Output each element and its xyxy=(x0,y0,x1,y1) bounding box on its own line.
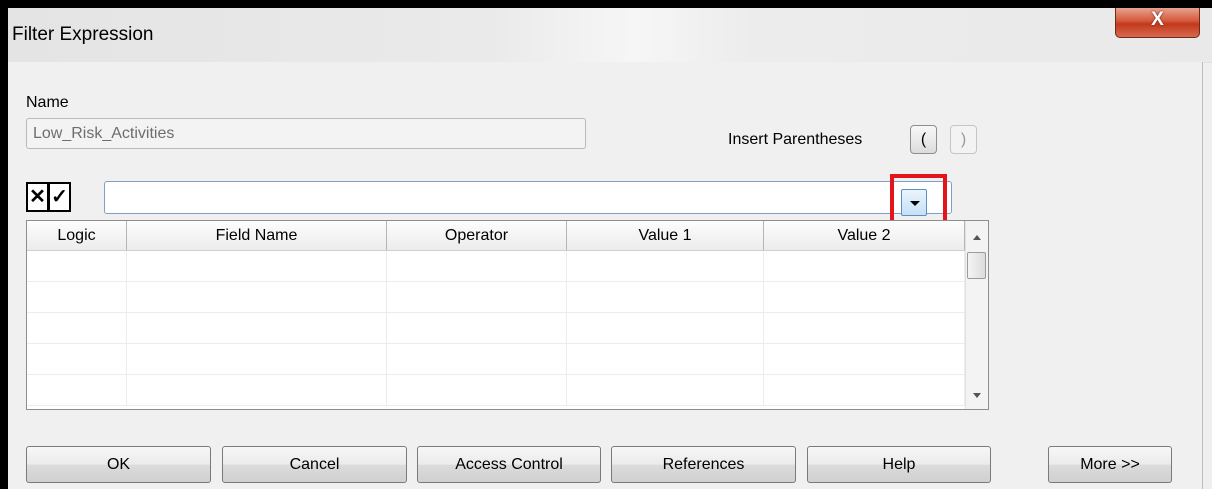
cell-logic[interactable] xyxy=(27,251,127,281)
column-header-logic[interactable]: Logic xyxy=(27,221,127,250)
column-header-operator[interactable]: Operator xyxy=(387,221,567,250)
cell-field-name[interactable] xyxy=(127,375,387,405)
filter-criteria-grid[interactable]: Logic Field Name Operator Value 1 Value … xyxy=(26,220,989,410)
cell-value-2[interactable] xyxy=(764,344,965,374)
cell-value-1[interactable] xyxy=(567,375,764,405)
expression-dropdown-button[interactable] xyxy=(901,189,927,216)
cell-logic[interactable] xyxy=(27,313,127,343)
grid-vertical-scrollbar[interactable] xyxy=(965,221,988,409)
cell-operator[interactable] xyxy=(387,375,567,405)
accept-expression-button[interactable]: ✓ xyxy=(48,182,71,212)
table-row[interactable] xyxy=(27,344,965,375)
scroll-down-icon[interactable] xyxy=(966,385,988,405)
cell-operator[interactable] xyxy=(387,313,567,343)
name-field[interactable] xyxy=(26,118,586,149)
cell-logic[interactable] xyxy=(27,375,127,405)
table-row[interactable] xyxy=(27,313,965,344)
cell-value-2[interactable] xyxy=(764,282,965,312)
cancel-button[interactable]: Cancel xyxy=(222,446,407,483)
expression-combo-input[interactable] xyxy=(104,181,952,214)
cell-field-name[interactable] xyxy=(127,282,387,312)
cell-logic[interactable] xyxy=(27,282,127,312)
cell-value-1[interactable] xyxy=(567,282,764,312)
grid-body xyxy=(27,251,965,406)
cell-operator[interactable] xyxy=(387,251,567,281)
table-row[interactable] xyxy=(27,375,965,406)
filter-expression-dialog: Filter Expression X Name Insert Parenthe… xyxy=(8,8,1212,489)
scrollbar-thumb[interactable] xyxy=(967,252,986,279)
references-button[interactable]: References xyxy=(611,446,796,483)
name-label: Name xyxy=(26,94,69,111)
insert-parentheses-label: Insert Parentheses xyxy=(728,131,863,148)
close-button[interactable]: X xyxy=(1115,8,1200,38)
scroll-up-icon[interactable] xyxy=(966,227,988,247)
cell-field-name[interactable] xyxy=(127,344,387,374)
ok-button[interactable]: OK xyxy=(26,446,211,483)
help-button[interactable]: Help xyxy=(807,446,991,483)
cell-operator[interactable] xyxy=(387,344,567,374)
cell-field-name[interactable] xyxy=(127,251,387,281)
cell-operator[interactable] xyxy=(387,282,567,312)
column-header-value-2[interactable]: Value 2 xyxy=(764,221,965,250)
title-bar[interactable]: Filter Expression X xyxy=(8,8,1212,63)
table-row[interactable] xyxy=(27,282,965,313)
cancel-expression-button[interactable]: ✕ xyxy=(26,182,49,212)
grid-header: Logic Field Name Operator Value 1 Value … xyxy=(27,221,965,251)
cell-logic[interactable] xyxy=(27,344,127,374)
window-title: Filter Expression xyxy=(12,24,154,45)
cell-value-2[interactable] xyxy=(764,251,965,281)
column-header-field-name[interactable]: Field Name xyxy=(127,221,387,250)
cell-field-name[interactable] xyxy=(127,313,387,343)
cell-value-1[interactable] xyxy=(567,313,764,343)
cell-value-2[interactable] xyxy=(764,375,965,405)
cell-value-2[interactable] xyxy=(764,313,965,343)
table-row[interactable] xyxy=(27,251,965,282)
cell-value-1[interactable] xyxy=(567,251,764,281)
dialog-content: Name Insert Parentheses ( ) ✕ ✓ Logic Fi… xyxy=(8,62,1203,489)
access-control-button[interactable]: Access Control xyxy=(417,446,601,483)
more-button[interactable]: More >> xyxy=(1048,446,1172,483)
insert-close-paren-button[interactable]: ) xyxy=(950,125,977,154)
close-icon: X xyxy=(1151,9,1164,30)
insert-open-paren-button[interactable]: ( xyxy=(910,125,937,154)
cell-value-1[interactable] xyxy=(567,344,764,374)
column-header-value-1[interactable]: Value 1 xyxy=(567,221,764,250)
